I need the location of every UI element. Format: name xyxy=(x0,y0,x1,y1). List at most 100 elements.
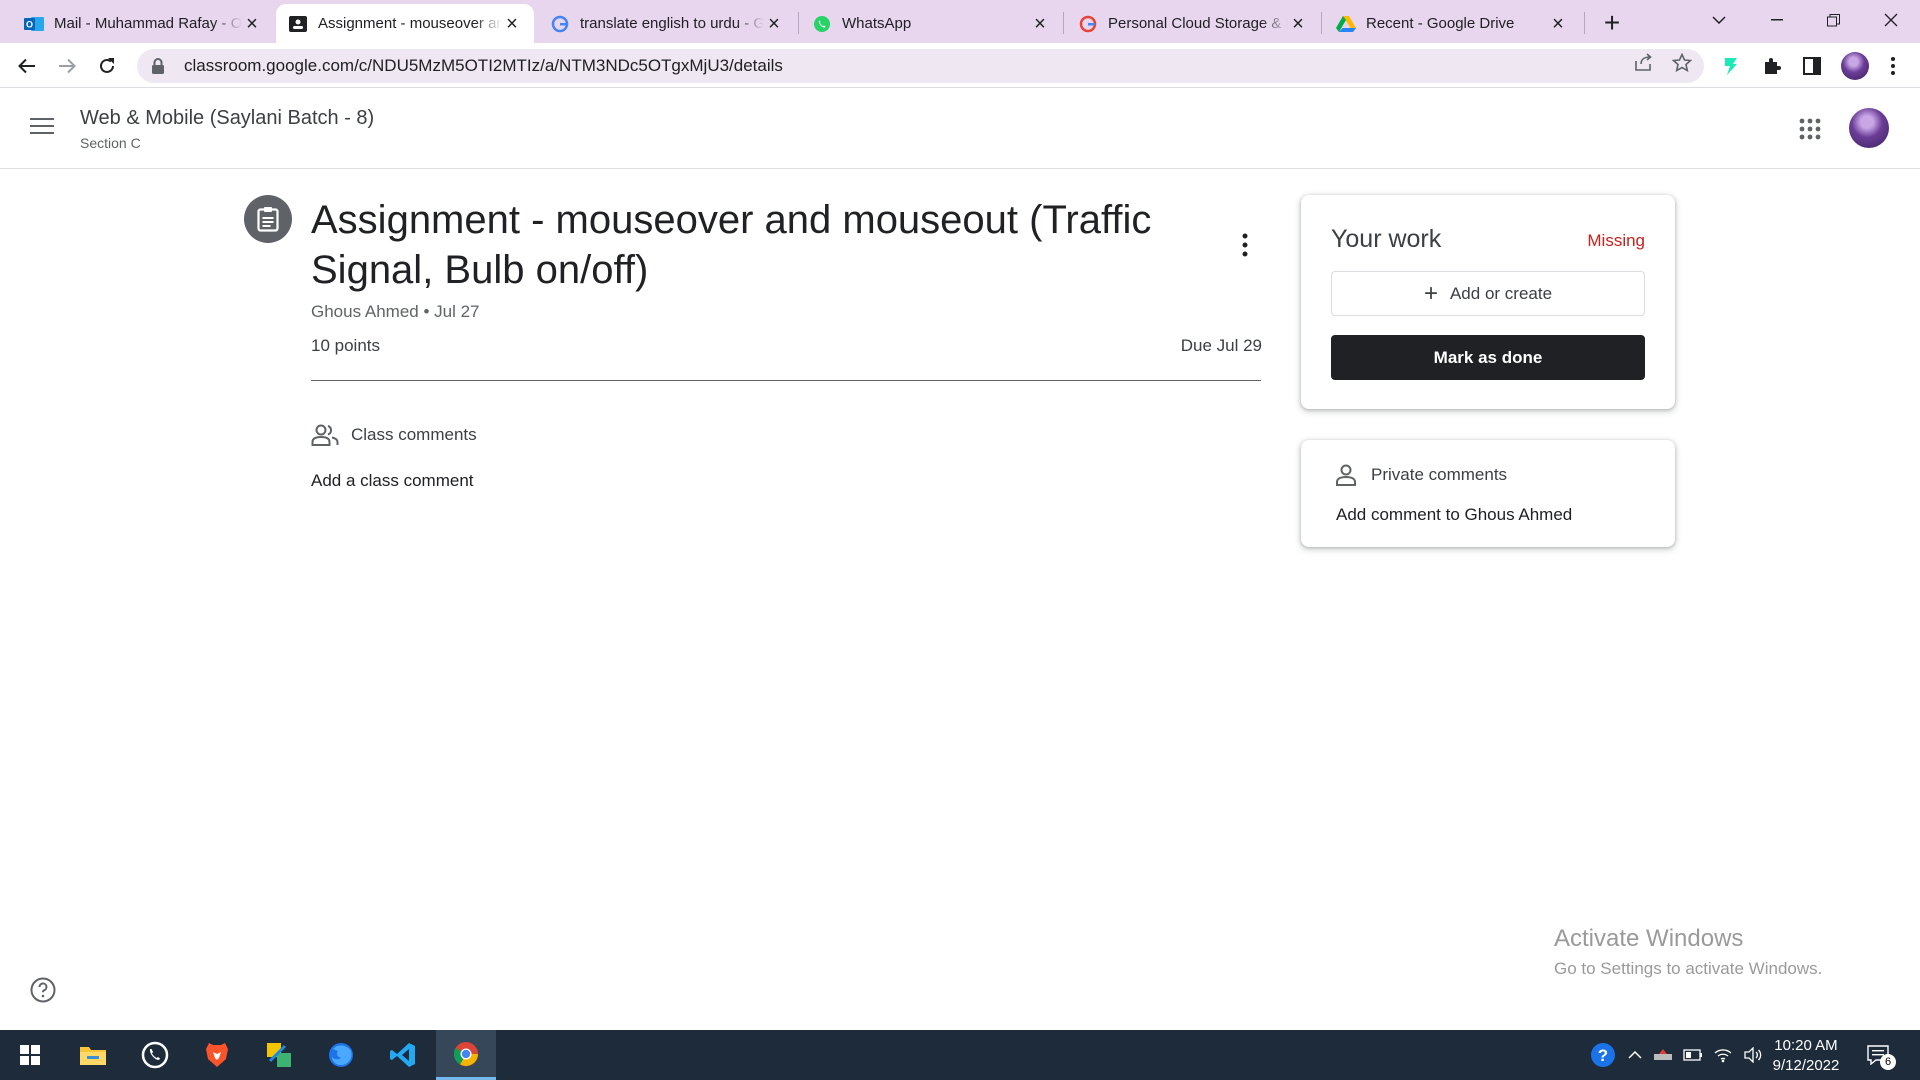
tab-title: Mail - Muhammad Rafay - Outlook xyxy=(54,15,242,32)
svg-text:?: ? xyxy=(1598,1046,1608,1065)
address-bar[interactable]: classroom.google.com/c/NDU5MzM5OTI2MTIz/… xyxy=(137,49,1704,83)
minimize-button[interactable] xyxy=(1748,0,1805,40)
browser-menu-icon[interactable] xyxy=(1882,55,1904,77)
tab-separator xyxy=(1321,12,1322,34)
account-avatar[interactable] xyxy=(1849,108,1889,148)
tab-separator xyxy=(798,12,799,34)
assignment-meta: Ghous Ahmed • Jul 27 xyxy=(311,302,480,321)
battery-icon[interactable] xyxy=(1681,1043,1705,1067)
volume-icon[interactable] xyxy=(1741,1043,1765,1067)
assignment-due-date: Due Jul 29 xyxy=(1180,336,1262,355)
course-section: Section C xyxy=(80,135,141,151)
tools-app-icon[interactable] xyxy=(249,1030,309,1080)
add-or-create-label: Add or create xyxy=(1449,283,1553,303)
help-tray-icon[interactable]: ? xyxy=(1589,1041,1617,1069)
watermark-subtitle: Go to Settings to activate Windows. xyxy=(1554,959,1823,978)
lock-icon xyxy=(151,58,165,74)
profile-avatar[interactable] xyxy=(1841,52,1869,80)
tab-title: Assignment - mouseover and mouseout xyxy=(318,15,502,32)
url-text: classroom.google.com/c/NDU5MzM5OTI2MTIz/… xyxy=(184,56,783,75)
google-drive-icon xyxy=(1336,14,1356,34)
vscode-icon[interactable] xyxy=(373,1030,433,1080)
close-icon[interactable]: × xyxy=(1288,14,1308,34)
assignment-points: 10 points xyxy=(311,336,380,355)
more-options-icon[interactable] xyxy=(1233,232,1257,258)
close-window-button[interactable] xyxy=(1862,0,1919,40)
notification-count-badge: 6 xyxy=(1880,1054,1896,1070)
help-icon[interactable] xyxy=(30,977,56,1003)
main-menu-icon[interactable] xyxy=(30,117,54,137)
browser-toolbar: classroom.google.com/c/NDU5MzM5OTI2MTIz/… xyxy=(0,43,1920,88)
tab-cloud-storage[interactable]: Personal Cloud Storage & File Sharing × xyxy=(1066,4,1320,43)
side-panel-icon[interactable] xyxy=(1801,55,1823,77)
windows-start-icon[interactable] xyxy=(0,1030,60,1080)
reload-button[interactable] xyxy=(92,51,122,81)
class-comments-label: Class comments xyxy=(351,425,477,444)
add-class-comment-link[interactable]: Add a class comment xyxy=(311,471,474,491)
person-icon xyxy=(1335,464,1357,486)
people-icon xyxy=(311,424,339,446)
back-button[interactable] xyxy=(12,51,42,81)
outlook-icon: O xyxy=(24,14,44,34)
tab-title: WhatsApp xyxy=(842,15,912,32)
course-title[interactable]: Web & Mobile (Saylani Batch - 8) xyxy=(80,107,374,130)
browser-tab-strip: O Mail - Muhammad Rafay - Outlook × Assi… xyxy=(0,0,1920,43)
whatsapp-icon xyxy=(812,14,832,34)
tab-title: Recent - Google Drive xyxy=(1366,15,1515,32)
add-or-create-button[interactable]: + Add or create xyxy=(1331,271,1645,316)
extension-teal-icon[interactable] xyxy=(1720,55,1742,77)
new-tab-button[interactable]: + xyxy=(1597,9,1627,39)
activate-windows-watermark: Activate Windows Go to Settings to activ… xyxy=(1554,925,1822,979)
whatsapp-taskbar-icon[interactable] xyxy=(125,1030,185,1080)
forward-button[interactable] xyxy=(52,51,82,81)
file-explorer-icon[interactable] xyxy=(63,1030,123,1080)
firefox-icon[interactable] xyxy=(311,1030,371,1080)
classroom-icon xyxy=(288,14,308,34)
mark-as-done-button[interactable]: Mark as done xyxy=(1331,335,1645,380)
clock-time: 10:20 AM xyxy=(1774,1037,1838,1054)
google-icon xyxy=(550,14,570,34)
tab-separator xyxy=(1584,12,1585,34)
classroom-header: Web & Mobile (Saylani Batch - 8) Section… xyxy=(0,89,1920,169)
brave-browser-icon[interactable] xyxy=(187,1030,247,1080)
extensions-puzzle-icon[interactable] xyxy=(1761,55,1783,77)
tab-title: Personal Cloud Storage & File Sharing xyxy=(1108,15,1288,32)
close-icon[interactable]: × xyxy=(764,14,784,34)
add-private-comment-link[interactable]: Add comment to Ghous Ahmed xyxy=(1336,505,1572,525)
svg-text:O: O xyxy=(26,19,33,29)
bookmark-star-icon[interactable] xyxy=(1672,52,1692,72)
tab-whatsapp[interactable]: WhatsApp × xyxy=(800,4,1062,43)
close-icon[interactable]: × xyxy=(1548,14,1568,34)
private-comments-label: Private comments xyxy=(1371,465,1508,484)
tab-search-chevron-icon[interactable] xyxy=(1690,0,1747,40)
close-icon[interactable]: × xyxy=(502,14,522,34)
tab-separator xyxy=(1063,12,1064,34)
tab-google-search[interactable]: translate english to urdu - Google Searc… xyxy=(538,4,796,43)
tab-google-drive[interactable]: Recent - Google Drive × xyxy=(1324,4,1580,43)
watermark-title: Activate Windows xyxy=(1554,925,1744,952)
status-badge: Missing xyxy=(1587,231,1645,250)
share-icon[interactable] xyxy=(1633,52,1653,72)
chevron-up-icon[interactable] xyxy=(1623,1043,1647,1067)
google-apps-icon[interactable] xyxy=(1798,117,1822,141)
clock-date: 9/12/2022 xyxy=(1772,1057,1840,1074)
private-comments-card: Private comments Add comment to Ghous Ah… xyxy=(1301,440,1675,547)
wifi-icon[interactable] xyxy=(1711,1043,1735,1067)
tab-outlook[interactable]: O Mail - Muhammad Rafay - Outlook × xyxy=(12,4,274,43)
google-icon xyxy=(1078,14,1098,34)
windows-taskbar: ? 10:20 AM 9/12/2022 6 xyxy=(0,1030,1920,1080)
your-work-card: Your work Missing + Add or create Mark a… xyxy=(1301,195,1675,409)
tab-classroom-assignment[interactable]: Assignment - mouseover and mouseout × xyxy=(276,4,534,43)
chrome-taskbar-icon[interactable] xyxy=(436,1030,496,1080)
system-clock[interactable]: 10:20 AM 9/12/2022 xyxy=(1766,1036,1846,1076)
assignment-icon xyxy=(244,195,292,243)
tab-title: translate english to urdu - Google Searc… xyxy=(580,15,764,32)
your-work-title: Your work xyxy=(1331,225,1442,253)
title-divider xyxy=(311,380,1261,381)
restore-button[interactable] xyxy=(1805,0,1862,40)
assignment-title: Assignment - mouseover and mouseout (Tra… xyxy=(311,198,1152,292)
network-drive-icon[interactable] xyxy=(1651,1043,1675,1067)
plus-icon: + xyxy=(1423,279,1438,307)
close-icon[interactable]: × xyxy=(242,14,262,34)
close-icon[interactable]: × xyxy=(1030,14,1050,34)
